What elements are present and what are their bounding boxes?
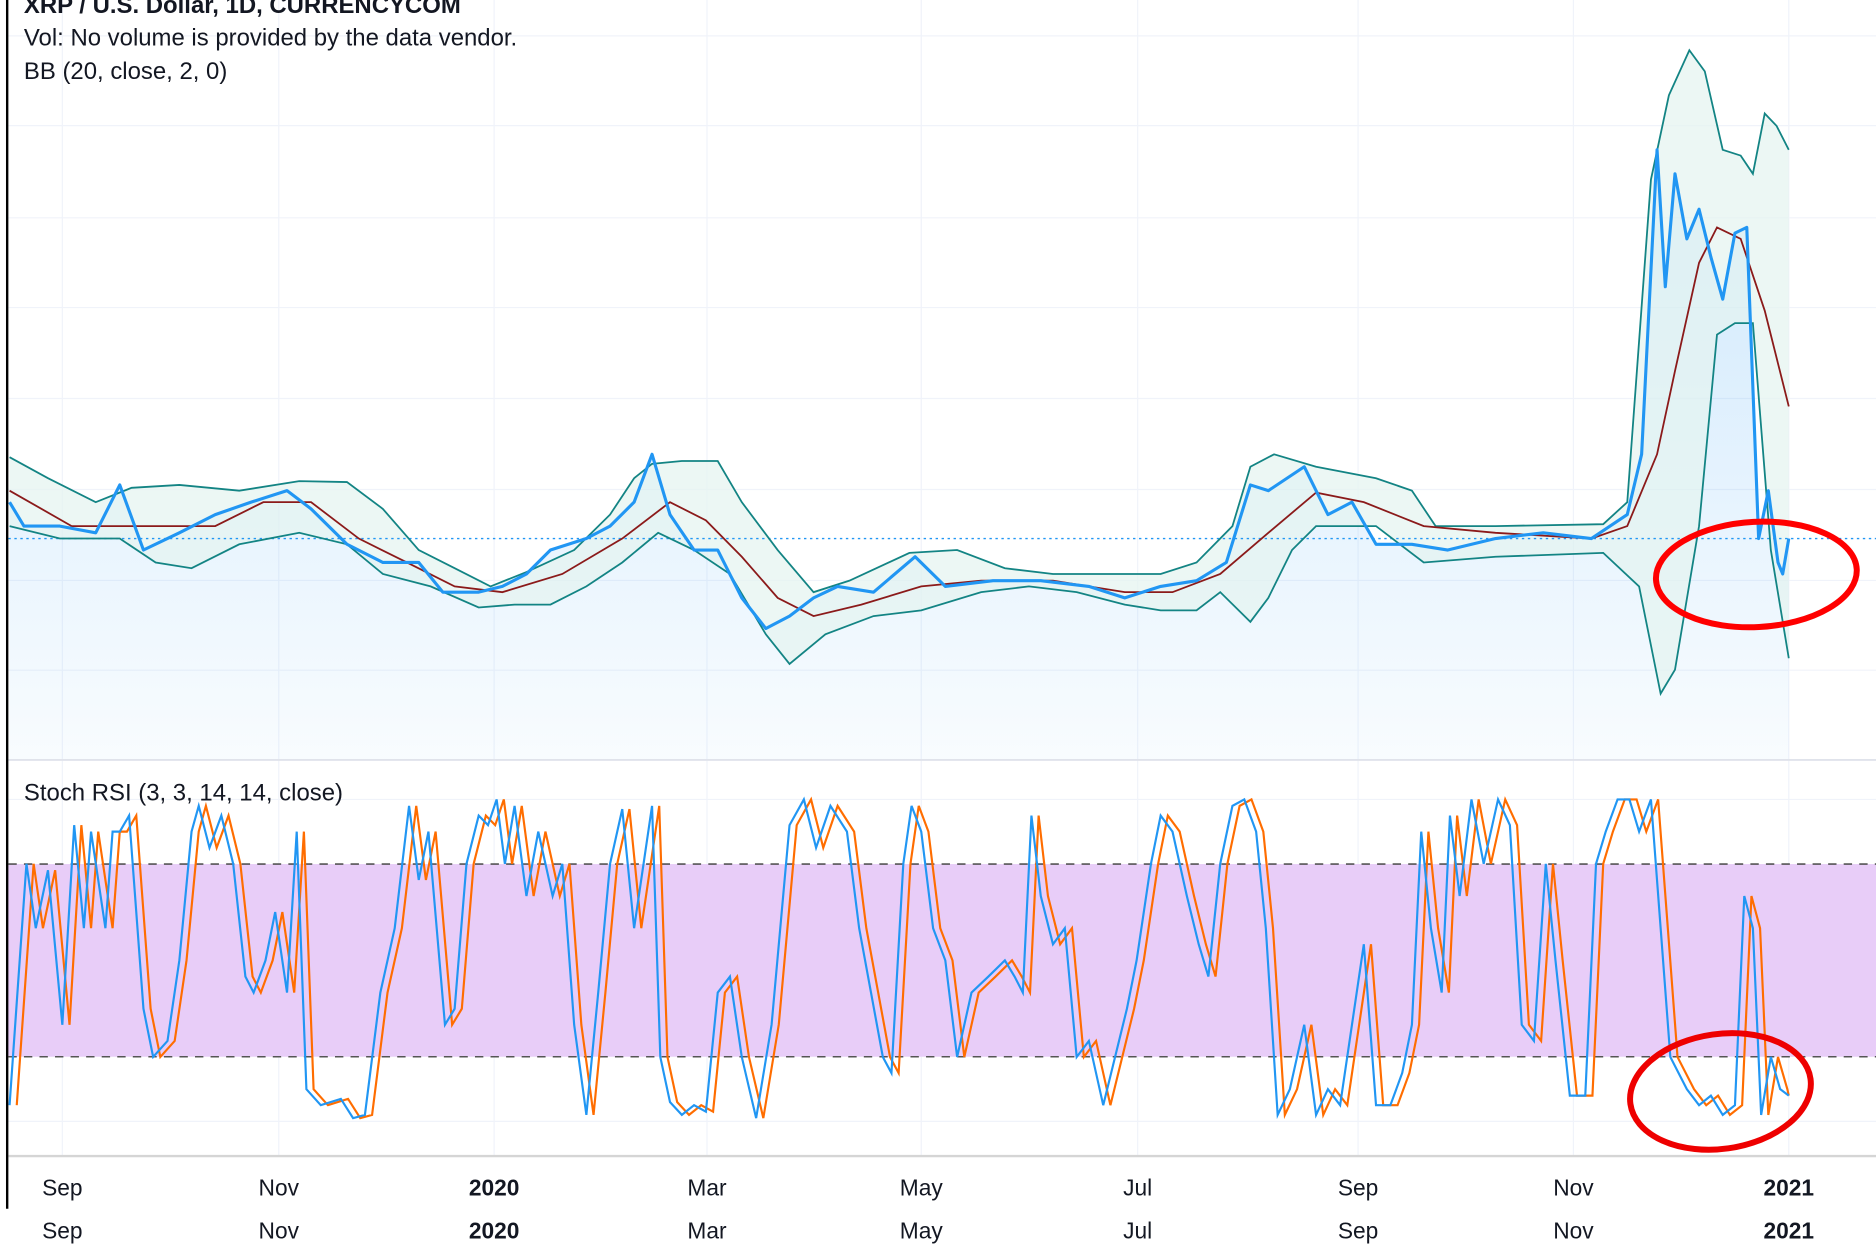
time-axis-label: 2021 [1764,1175,1815,1201]
time-axis[interactable]: Sep Sep Nov Nov 2020 2020 Mar Mar May May Jul Jul Se… [42,1175,1814,1244]
time-axis-label-secondary: May [900,1218,944,1244]
time-axis-label-secondary: Jul [1123,1218,1152,1244]
price-pane [8,48,1876,760]
time-axis-label-secondary: Mar [687,1218,727,1244]
time-axis-label-secondary: Nov [1553,1218,1594,1244]
time-axis-label-secondary: 2021 [1764,1218,1815,1244]
time-axis-label: Sep [1338,1175,1378,1201]
time-axis-label-secondary: 2020 [469,1218,520,1244]
time-axis-label: Jul [1123,1175,1152,1201]
time-axis-label-secondary: Sep [1338,1218,1378,1244]
time-axis-label: Mar [687,1175,727,1201]
chart-title: XRP / U.S. Dollar, 1D, CURRENCYCOM [24,0,461,19]
close-area-fill [9,149,1789,760]
time-axis-label-secondary: Nov [259,1218,300,1244]
time-axis-label: Nov [259,1175,300,1201]
time-axis-label: 2020 [469,1175,520,1201]
time-axis-label: Nov [1553,1175,1594,1201]
bb-legend[interactable]: BB (20, close, 2, 0) [24,58,227,85]
stoch-legend[interactable]: Stoch RSI (3, 3, 14, 14, close) [24,780,343,807]
time-axis-label-secondary: Sep [42,1218,82,1244]
time-axis-label: May [900,1175,944,1201]
time-axis-label: Sep [42,1175,82,1201]
xrp-chart: Sep Sep Nov Nov 2020 2020 Mar Mar May May Jul Jul Se… [5,0,1876,1244]
chart-container: Sep Sep Nov Nov 2020 2020 Mar Mar May May Jul Jul Se… [0,0,1876,1253]
volume-note: Vol: No volume is provided by the data v… [24,24,517,51]
